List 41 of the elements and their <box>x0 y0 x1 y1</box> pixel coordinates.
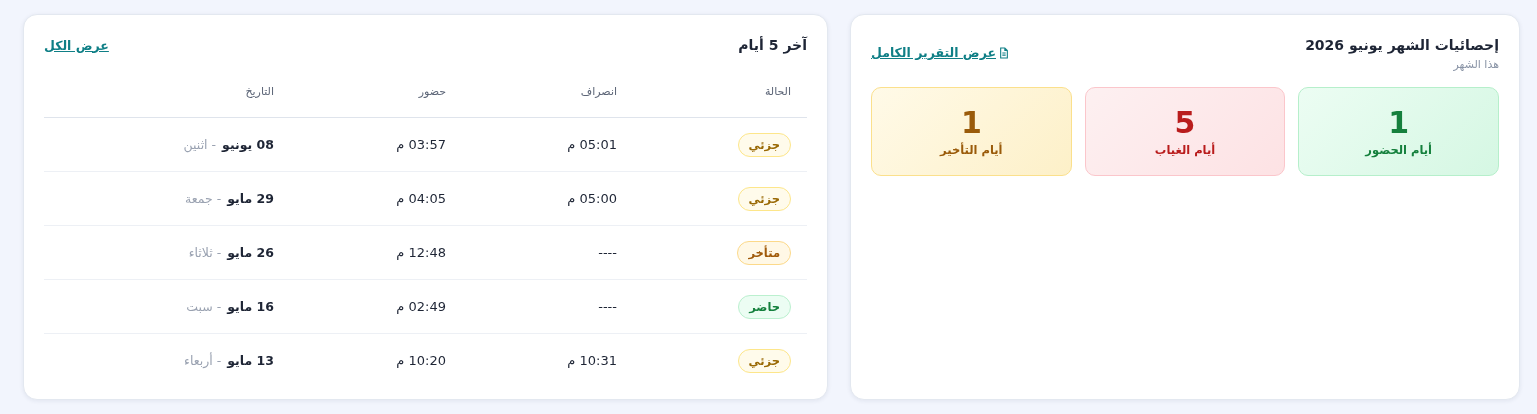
checkin-time: 12:48 م <box>396 245 446 260</box>
weekday-text: - سبت <box>186 299 222 314</box>
date-text: 08 يونيو <box>222 137 274 152</box>
status-badge: جزئي <box>737 348 791 373</box>
status-badge: متأخر <box>737 240 791 265</box>
stat-value: 1 <box>1388 106 1410 139</box>
column-header: حضور <box>418 85 446 98</box>
full-report-link[interactable]: عرض التقرير الكامل <box>871 45 1009 60</box>
date-text: 13 مايو <box>227 353 274 368</box>
date-text: 26 مايو <box>227 245 274 260</box>
card-title: آخر 5 أيام <box>738 37 807 53</box>
date-text: 29 مايو <box>227 191 274 206</box>
column-header: الحالة <box>764 85 791 98</box>
checkin-time: 04:05 م <box>396 191 446 206</box>
weekday-text: - اثنين <box>183 137 217 152</box>
checkout-time: 05:00 م <box>567 191 617 206</box>
stat-value: 1 <box>960 106 982 139</box>
column-header: انصراف <box>580 85 617 98</box>
view-all-link[interactable]: عرض الكل <box>44 37 109 53</box>
date-text: 16 مايو <box>227 299 274 314</box>
checkin-time: 03:57 م <box>396 137 446 152</box>
checkout-time: 10:31 م <box>567 353 617 368</box>
document-icon <box>999 46 1009 59</box>
card-title: إحصائيات الشهر يونيو 2026 <box>1305 37 1499 53</box>
status-badge: جزئي <box>737 132 791 157</box>
checkout-time: ---- <box>598 299 617 314</box>
status-badge: جزئي <box>737 186 791 211</box>
checkin-time: 02:49 م <box>396 299 446 314</box>
weekday-text: - أربعاء <box>184 353 222 368</box>
stat-label: أيام الحضور <box>1365 143 1433 157</box>
stat-value: 5 <box>1174 106 1196 139</box>
column-header: التاريخ <box>245 85 274 98</box>
status-badge: حاضر <box>738 294 791 319</box>
weekday-text: - جمعة <box>185 191 222 206</box>
card-subtitle: هذا الشهر <box>1452 58 1499 71</box>
weekday-text: - ثلاثاء <box>188 245 222 260</box>
checkout-time: 05:01 م <box>567 137 617 152</box>
stat-label: أيام التأخير <box>940 143 1003 157</box>
checkout-time: ---- <box>598 245 617 260</box>
stat-label: أيام الغياب <box>1154 143 1216 157</box>
checkin-time: 10:20 م <box>396 353 446 368</box>
